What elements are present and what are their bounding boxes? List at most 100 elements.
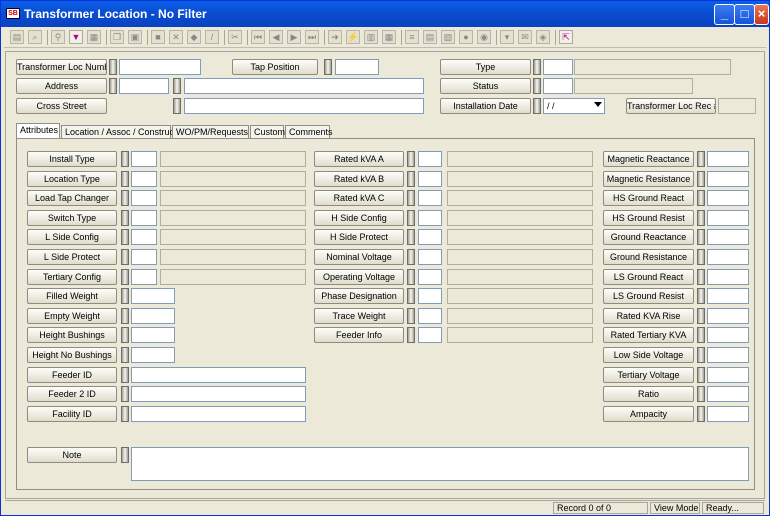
- first-icon[interactable]: ⏮: [251, 30, 265, 44]
- attr-ground-resistance-label[interactable]: Ground Resistance: [603, 249, 694, 265]
- attr-code-input[interactable]: [418, 229, 442, 246]
- attr-l-side-config-label[interactable]: L Side Config: [27, 229, 117, 246]
- edit-icon[interactable]: /: [205, 30, 219, 44]
- lookup-handle[interactable]: [121, 209, 129, 226]
- attr-empty-weight-label[interactable]: Empty Weight: [27, 307, 117, 324]
- maximize-button[interactable]: □: [734, 4, 755, 25]
- lookup-handle[interactable]: [109, 78, 117, 94]
- attr-code-input[interactable]: [131, 229, 157, 246]
- tab-location-assoc-construct[interactable]: Location / Assoc / Construct: [61, 125, 177, 139]
- lookup-handle[interactable]: [173, 98, 181, 114]
- attr-feeder-id-label[interactable]: Feeder ID: [27, 366, 117, 383]
- attr-value-input[interactable]: [707, 209, 749, 226]
- lookup-handle[interactable]: [697, 268, 705, 285]
- lookup-handle[interactable]: [407, 229, 415, 246]
- lookup-handle[interactable]: [121, 151, 129, 167]
- lookup-handle[interactable]: [121, 327, 129, 344]
- attr-code-input[interactable]: [131, 170, 157, 187]
- copy-icon[interactable]: ❐: [110, 30, 124, 44]
- page-icon[interactable]: ▦: [87, 30, 101, 44]
- attr-code-input[interactable]: [131, 209, 157, 226]
- attr-ground-reactance-label[interactable]: Ground Reactance: [603, 229, 694, 246]
- attr-h-side-protect-label[interactable]: H Side Protect: [314, 229, 404, 246]
- attr-code-input[interactable]: [418, 170, 442, 187]
- lookup-handle[interactable]: [121, 447, 129, 463]
- type-input[interactable]: [543, 59, 573, 75]
- attr-code-input[interactable]: [131, 190, 157, 207]
- attr-rated-kva-b-label[interactable]: Rated kVA B: [314, 170, 404, 187]
- transformer-loc-rec-label[interactable]: Transformer Loc Rec #: [626, 98, 716, 114]
- attr-nominal-voltage-label[interactable]: Nominal Voltage: [314, 249, 404, 265]
- lookup-handle[interactable]: [697, 229, 705, 246]
- attr-ratio-label[interactable]: Ratio: [603, 386, 694, 403]
- attr-install-type-label[interactable]: Install Type: [27, 151, 117, 167]
- attr-height-bushings-label[interactable]: Height Bushings: [27, 327, 117, 344]
- attr-code-input[interactable]: [418, 268, 442, 285]
- cut-icon[interactable]: ✂: [228, 30, 242, 44]
- attr-low-side-voltage-label[interactable]: Low Side Voltage: [603, 347, 694, 363]
- attr-value-input[interactable]: [707, 170, 749, 187]
- attr-value-input[interactable]: [707, 151, 749, 167]
- attr-value-input[interactable]: [707, 386, 749, 403]
- lightning-icon[interactable]: ⚡: [346, 30, 360, 44]
- attr-hs-ground-resist-label[interactable]: HS Ground Resist: [603, 209, 694, 226]
- title-bar[interactable]: SB Transformer Location - No Filter _ □ …: [1, 1, 769, 27]
- address-number-input[interactable]: [119, 78, 169, 94]
- lookup-handle[interactable]: [697, 151, 705, 167]
- globe-icon[interactable]: ◉: [477, 30, 491, 44]
- lookup-handle[interactable]: [697, 307, 705, 324]
- tap-position-label[interactable]: Tap Position: [232, 59, 318, 75]
- lookup-handle[interactable]: [407, 327, 415, 344]
- attr-value-input[interactable]: [131, 386, 306, 403]
- attr-value-input[interactable]: [707, 268, 749, 285]
- lookup-handle[interactable]: [121, 288, 129, 305]
- attr-tertiary-voltage-label[interactable]: Tertiary Voltage: [603, 366, 694, 383]
- lookup-handle[interactable]: [407, 170, 415, 187]
- lookup-handle[interactable]: [697, 347, 705, 363]
- form2-icon[interactable]: ▤: [423, 30, 437, 44]
- attach-icon[interactable]: ●: [459, 30, 473, 44]
- attr-code-input[interactable]: [418, 288, 442, 305]
- installation-date-label[interactable]: Installation Date: [440, 98, 531, 114]
- delete-icon[interactable]: ✕: [169, 30, 183, 44]
- prev-icon[interactable]: ◀: [269, 30, 283, 44]
- attr-code-input[interactable]: [418, 151, 442, 167]
- lookup-handle[interactable]: [121, 347, 129, 363]
- attr-switch-type-label[interactable]: Switch Type: [27, 209, 117, 226]
- attr-value-input[interactable]: [707, 307, 749, 324]
- attr-load-tap-changer-label[interactable]: Load Tap Changer: [27, 190, 117, 207]
- lookup-handle[interactable]: [407, 288, 415, 305]
- attr-feeder-2-id-label[interactable]: Feeder 2 ID: [27, 386, 117, 403]
- attr-value-input[interactable]: [707, 405, 749, 422]
- grid-icon[interactable]: ▦: [382, 30, 396, 44]
- status-label[interactable]: Status: [440, 78, 531, 94]
- filter-icon[interactable]: ▼: [69, 30, 83, 44]
- lookup-handle[interactable]: [697, 327, 705, 344]
- lookup-handle[interactable]: [121, 268, 129, 285]
- lookup-handle[interactable]: [407, 249, 415, 265]
- attr-value-input[interactable]: [707, 229, 749, 246]
- note-label[interactable]: Note: [27, 447, 117, 463]
- attr-value-input[interactable]: [707, 249, 749, 265]
- lookup-handle[interactable]: [697, 288, 705, 305]
- lookup-handle[interactable]: [697, 366, 705, 383]
- attr-code-input[interactable]: [131, 268, 157, 285]
- lookup-handle[interactable]: [173, 78, 181, 94]
- attr-location-type-label[interactable]: Location Type: [27, 170, 117, 187]
- lookup-handle[interactable]: [407, 268, 415, 285]
- attr-code-input[interactable]: [131, 249, 157, 265]
- attr-phase-designation-label[interactable]: Phase Designation: [314, 288, 404, 305]
- attr-l-side-protect-label[interactable]: L Side Protect: [27, 249, 117, 265]
- attr-value-input[interactable]: [131, 347, 175, 363]
- attr-value-input[interactable]: [131, 405, 306, 422]
- tab-custom[interactable]: Custom: [250, 125, 285, 139]
- exit-icon[interactable]: ⇱: [559, 30, 573, 44]
- lookup-handle[interactable]: [697, 249, 705, 265]
- attr-value-input[interactable]: [131, 327, 175, 344]
- attr-value-input[interactable]: [707, 288, 749, 305]
- close-button[interactable]: ×: [754, 4, 769, 25]
- stamp-icon[interactable]: ◆: [187, 30, 201, 44]
- lookup-handle[interactable]: [121, 307, 129, 324]
- lookup-handle[interactable]: [109, 59, 117, 75]
- attr-rated-tertiary-kva-label[interactable]: Rated Tertiary KVA: [603, 327, 694, 344]
